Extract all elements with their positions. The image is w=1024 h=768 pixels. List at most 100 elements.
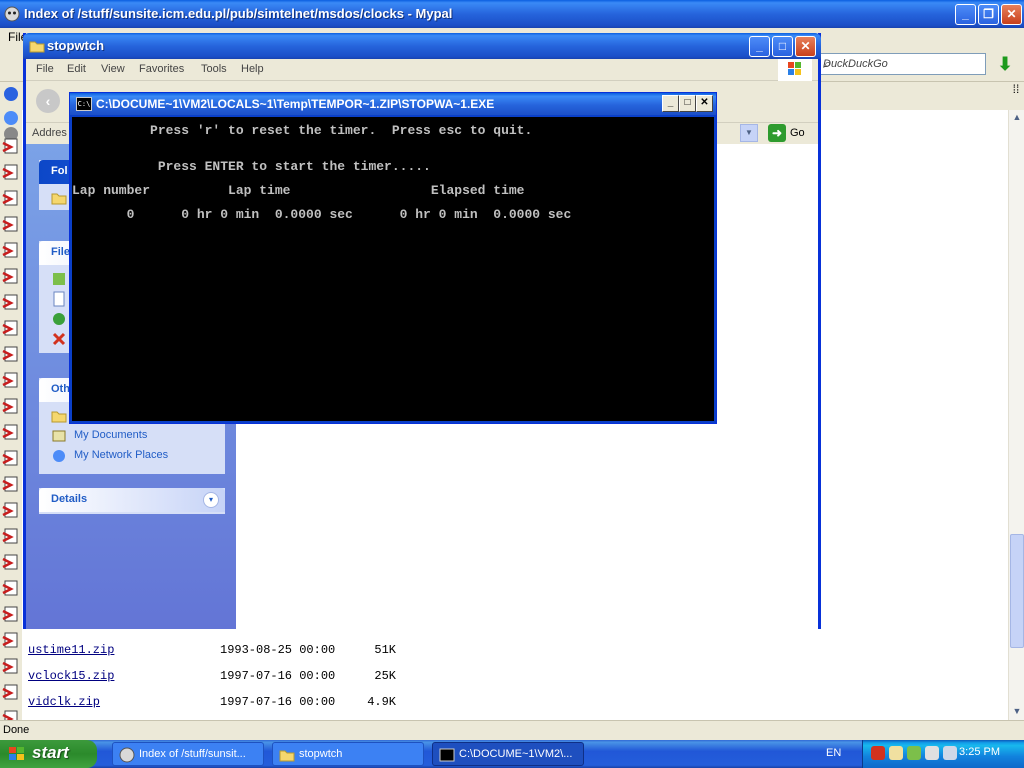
zip-file-icon [2,450,18,466]
document-icon[interactable] [51,291,67,307]
maximize-button[interactable]: ❐ [978,4,999,25]
address-label: Addres [32,127,67,139]
file-link[interactable]: vclock15.zip [28,669,114,683]
browser-titlebar[interactable]: Index of /stuff/sunsite.icm.edu.pl/pub/s… [0,0,1024,28]
download-icon[interactable]: ⬇ [992,53,1018,75]
file-row: vidclk.zip 1997-07-16 00:00 4.9K [28,695,396,713]
explorer-title: stopwtch [47,38,105,53]
menu-file[interactable]: File [36,63,54,75]
file-date: 1997-07-16 00:00 [220,669,336,683]
close-button[interactable]: ✕ [795,36,816,57]
chevron-down-icon[interactable]: ▾ [203,492,219,508]
windows-logo-icon [778,59,812,81]
go-button[interactable]: ➜ Go [768,124,814,142]
zip-file-icon [2,294,18,310]
back-button[interactable]: ‹ [36,89,60,113]
file-row: vclock15.zip 1997-07-16 00:00 25K [28,669,396,687]
minimize-button[interactable]: _ [662,95,679,112]
mypal-icon [4,6,20,22]
scroll-thumb[interactable] [1010,534,1024,648]
search-input[interactable]: DuckDuckGo ⌕ [818,53,986,75]
zip-file-icon [2,528,18,544]
console-output[interactable]: Press 'r' to reset the timer. Press esc … [72,117,714,421]
status-bar: Done [0,720,1024,740]
folder-icon [51,411,67,423]
network-icon[interactable] [925,746,939,760]
zip-file-icon [2,138,18,154]
zip-file-icon [2,606,18,622]
taskbar-button-console[interactable]: C:\DOCUME~1\VM2\... [432,742,584,766]
tray-app-icon[interactable] [907,746,921,760]
folder-icon [29,41,45,53]
globe-icon[interactable] [51,311,67,327]
vertical-scrollbar[interactable]: ▲ ▼ [1008,110,1024,720]
console-line: 0 0 hr 0 min 0.0000 sec 0 hr 0 min 0.000… [72,207,572,222]
console-titlebar[interactable]: C:\ C:\DOCUME~1\VM2\LOCALS~1\Temp\TEMPOR… [70,93,716,115]
explorer-menubar: File Edit View Favorites Tools Help [26,59,818,81]
my-documents-link[interactable]: My Documents [74,429,147,441]
start-label: start [32,743,69,762]
console-line: Lap number Lap time Elapsed time [72,183,525,198]
extract-icon[interactable] [51,271,67,287]
minimize-button[interactable]: _ [749,36,770,57]
taskbar-button-label: Index of /stuff/sunsit... [139,748,246,760]
my-network-places-link[interactable]: My Network Places [74,449,168,461]
console-title: C:\DOCUME~1\VM2\LOCALS~1\Temp\TEMPOR~1.Z… [96,97,495,111]
clock[interactable]: 3:25 PM [959,746,1000,758]
taskbar-button-stopwtch[interactable]: stopwtch [272,742,424,766]
close-button[interactable]: ✕ [696,95,713,112]
zip-file-icon [2,476,18,492]
zip-file-icon [2,372,18,388]
zip-file-icon [2,190,18,206]
close-button[interactable]: ✕ [1001,4,1022,25]
zip-file-icon [2,242,18,258]
maximize-button[interactable]: □ [772,36,793,57]
maximize-button[interactable]: □ [679,95,696,112]
menu-edit[interactable]: Edit [67,63,86,75]
system-tray: 3:25 PM [862,740,1024,768]
mypal-icon [119,747,135,763]
zip-file-icon [2,164,18,180]
file-size: 4.9K [367,695,396,709]
zip-file-icon [2,320,18,336]
go-label: Go [790,127,805,139]
console-window: C:\ C:\DOCUME~1\VM2\LOCALS~1\Temp\TEMPOR… [69,92,717,424]
details-header[interactable]: Details ▾ [39,488,225,512]
menu-view[interactable]: View [101,63,125,75]
console-line: Press ENTER to start the timer..... [72,159,431,174]
file-size: 51K [374,643,396,657]
windows-flag-icon [9,747,24,760]
start-button[interactable]: start [0,740,97,768]
security-alert-icon[interactable] [871,746,885,760]
zip-file-icon [2,658,18,674]
delete-icon[interactable] [51,331,67,347]
zip-file-icon [2,580,18,596]
taskbar-button-mypal[interactable]: Index of /stuff/sunsit... [112,742,264,766]
language-indicator[interactable]: EN [826,747,841,759]
menu-tools[interactable]: Tools [201,63,227,75]
address-dropdown-icon[interactable]: ▼ [740,124,758,142]
tray-app-icon[interactable] [889,746,903,760]
go-arrow-icon: ➜ [768,124,786,142]
home-icon[interactable] [2,110,20,126]
overflow-icon[interactable]: ⁞⁞ [1008,82,1024,110]
menu-favorites[interactable]: Favorites [139,63,184,75]
menu-help[interactable]: Help [241,63,264,75]
file-size: 25K [374,669,396,683]
scroll-up-icon[interactable]: ▲ [1010,110,1024,124]
other-places-title: Oth [51,383,70,395]
file-link[interactable]: vidclk.zip [28,695,100,709]
explorer-titlebar[interactable]: stopwtch _ □ ✕ [23,33,821,59]
zip-file-icon [2,398,18,414]
file-date: 1997-07-16 00:00 [220,695,336,709]
network-places-icon [53,450,65,462]
minimize-button[interactable]: _ [955,4,976,25]
search-icon[interactable]: ⌕ [823,56,981,72]
back-icon[interactable] [2,86,20,102]
details-panel: Details ▾ [39,488,225,514]
console-line: Press 'r' to reset the timer. Press esc … [72,123,533,138]
scroll-down-icon[interactable]: ▼ [1010,704,1024,718]
file-link[interactable]: ustime11.zip [28,643,114,657]
volume-icon[interactable] [943,746,957,760]
taskbar: start Index of /stuff/sunsit... stopwtch… [0,740,1024,768]
